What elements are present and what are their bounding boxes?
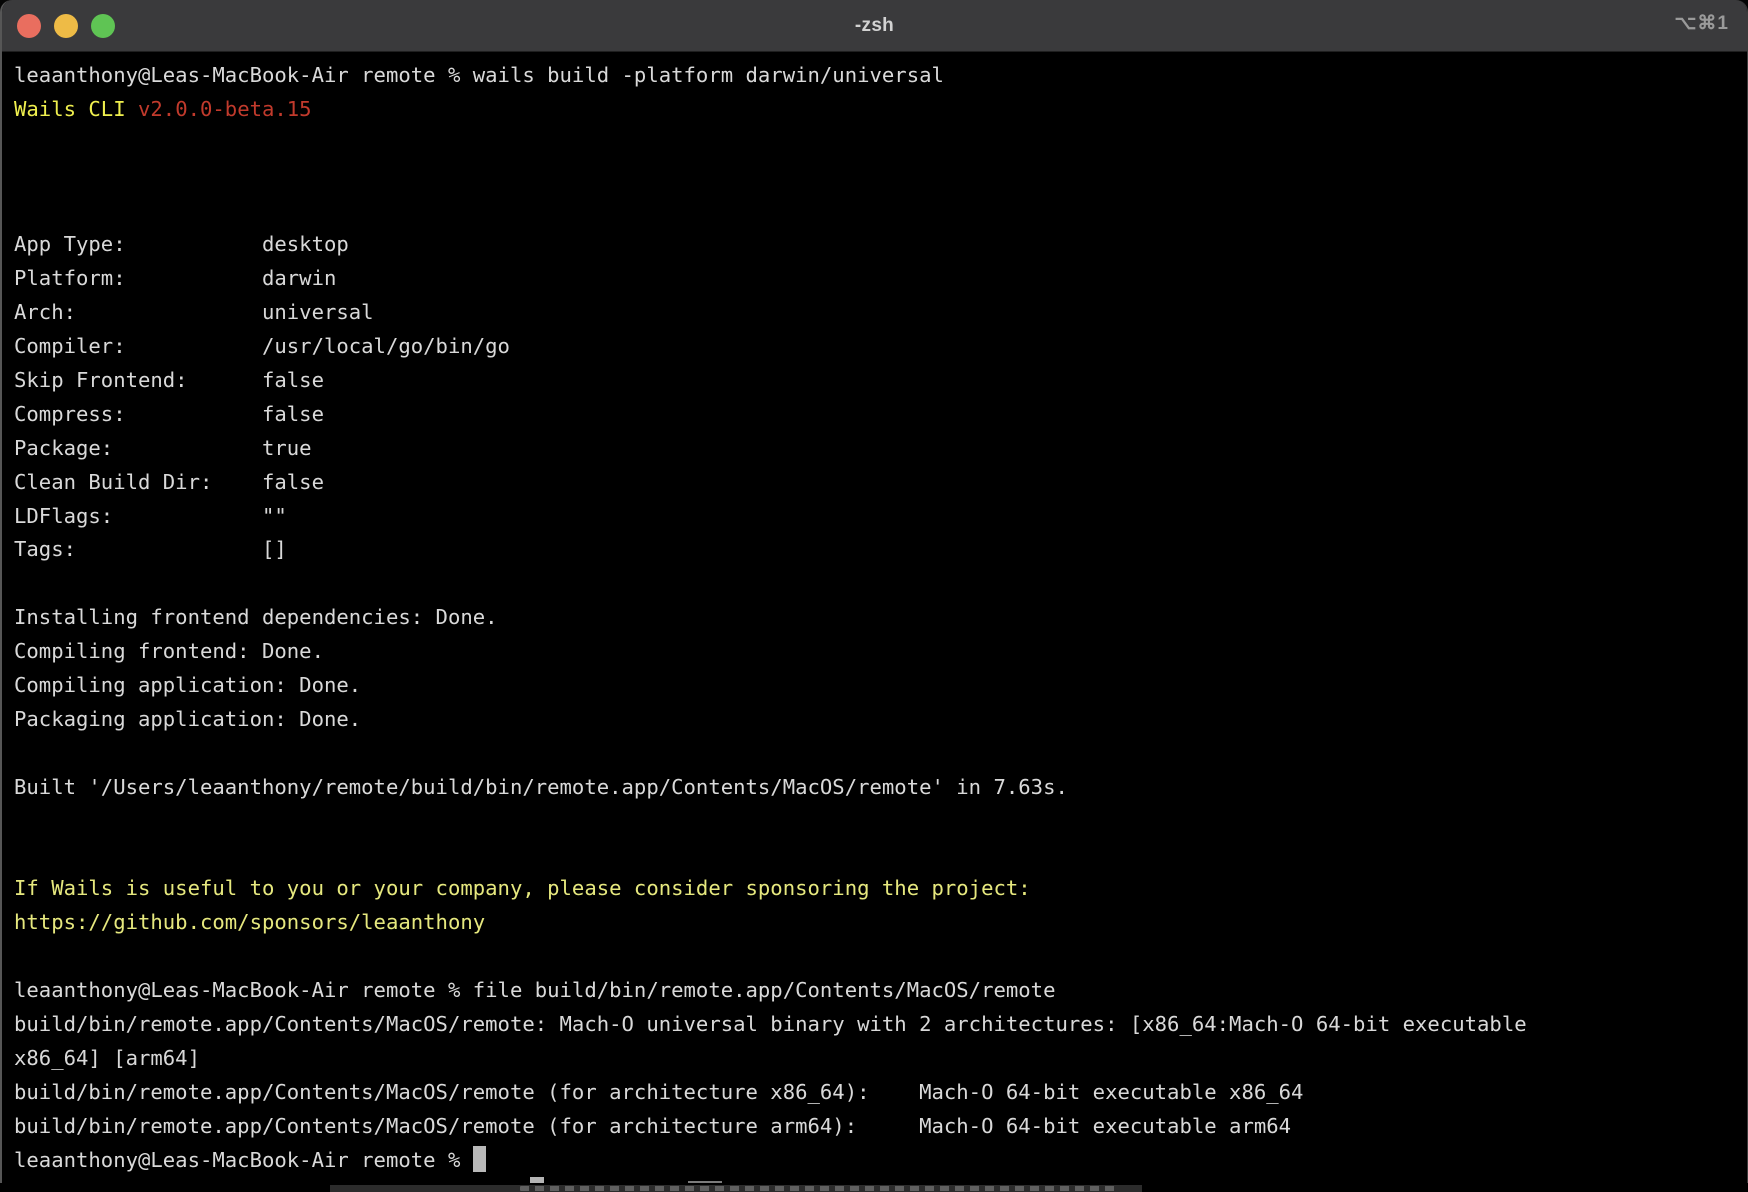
terminal-text: x86_64] [arm64]	[14, 1046, 200, 1070]
terminal-line: https://github.com/sponsors/leaanthony	[14, 906, 1747, 940]
terminal-text: Skip Frontend: false	[14, 368, 324, 392]
terminal-text: App Type: desktop	[14, 232, 349, 256]
terminal-line: Clean Build Dir: false	[14, 466, 1747, 500]
terminal-text: Compiler: /usr/local/go/bin/go	[14, 334, 510, 358]
terminal-line: App Type: desktop	[14, 228, 1747, 262]
terminal-text: Compiling frontend: Done.	[14, 639, 324, 663]
terminal-text: build/bin/remote.app/Contents/MacOS/remo…	[14, 1080, 1303, 1104]
terminal-line: If Wails is useful to you or your compan…	[14, 872, 1747, 906]
terminal-line: Compiling application: Done.	[14, 669, 1747, 703]
terminal-line: Package: true	[14, 432, 1747, 466]
terminal-line	[14, 567, 1747, 601]
terminal-text: Arch: universal	[14, 300, 374, 324]
terminal-text: leaanthony@Leas-MacBook-Air remote % fil…	[14, 978, 1055, 1002]
terminal-line	[14, 838, 1747, 872]
terminal-line: Built '/Users/leaanthony/remote/build/bi…	[14, 771, 1747, 805]
terminal-text: leaanthony@Leas-MacBook-Air remote %	[14, 1148, 473, 1172]
terminal-text: build/bin/remote.app/Contents/MacOS/remo…	[14, 1012, 1527, 1036]
terminal-line	[14, 195, 1747, 229]
terminal-text: Platform: darwin	[14, 266, 336, 290]
terminal-line: Skip Frontend: false	[14, 364, 1747, 398]
terminal-line: build/bin/remote.app/Contents/MacOS/remo…	[14, 1076, 1747, 1110]
terminal-line: Packaging application: Done.	[14, 703, 1747, 737]
terminal-line: leaanthony@Leas-MacBook-Air remote % wai…	[14, 59, 1747, 93]
terminal-line: Compiling frontend: Done.	[14, 635, 1747, 669]
terminal-line: leaanthony@Leas-MacBook-Air remote %	[14, 1144, 1747, 1178]
terminal-line	[14, 940, 1747, 974]
terminal-line: Compiler: /usr/local/go/bin/go	[14, 330, 1747, 364]
terminal-text: Wails CLI	[14, 97, 138, 121]
terminal-text: v2.0.0-beta.15	[138, 97, 312, 121]
terminal-text: Compiling application: Done.	[14, 673, 361, 697]
terminal-line: Wails CLI v2.0.0-beta.15	[14, 93, 1747, 127]
terminal-line	[14, 161, 1747, 195]
terminal-text: Packaging application: Done.	[14, 707, 361, 731]
terminal-text: LDFlags: ""	[14, 504, 287, 528]
terminal-line: build/bin/remote.app/Contents/MacOS/remo…	[14, 1008, 1747, 1042]
terminal-text: If Wails is useful to you or your compan…	[14, 876, 1031, 900]
background-window-text-blur	[520, 1186, 1120, 1191]
tab-keyboard-shortcut: ⌥⌘1	[1675, 12, 1729, 35]
terminal-line: build/bin/remote.app/Contents/MacOS/remo…	[14, 1110, 1747, 1144]
terminal-line: x86_64] [arm64]	[14, 1042, 1747, 1076]
terminal-text: Package: true	[14, 436, 312, 460]
terminal-text: https://github.com/sponsors/leaanthony	[14, 910, 485, 934]
terminal-line: Tags: []	[14, 533, 1747, 567]
background-window-edge	[330, 1185, 1142, 1192]
terminal-line: Compress: false	[14, 398, 1747, 432]
terminal-text: build/bin/remote.app/Contents/MacOS/remo…	[14, 1114, 1291, 1138]
terminal-line: Platform: darwin	[14, 262, 1747, 296]
terminal-line: Arch: universal	[14, 296, 1747, 330]
terminal-text: Tags: []	[14, 537, 287, 561]
terminal-text: Installing frontend dependencies: Done.	[14, 605, 498, 629]
terminal-line: LDFlags: ""	[14, 500, 1747, 534]
terminal-cursor	[473, 1146, 486, 1172]
terminal-window: -zsh ⌥⌘1 leaanthony@Leas-MacBook-Air rem…	[0, 0, 1748, 1184]
terminal-text: leaanthony@Leas-MacBook-Air remote % wai…	[14, 63, 944, 87]
terminal-output[interactable]: leaanthony@Leas-MacBook-Air remote % wai…	[2, 52, 1747, 1177]
window-title: -zsh	[2, 15, 1747, 37]
terminal-line: leaanthony@Leas-MacBook-Air remote % fil…	[14, 974, 1747, 1008]
terminal-text: Built '/Users/leaanthony/remote/build/bi…	[14, 775, 1068, 799]
title-bar[interactable]: -zsh ⌥⌘1	[2, 0, 1747, 52]
terminal-text: Clean Build Dir: false	[14, 470, 324, 494]
terminal-text: Compress: false	[14, 402, 324, 426]
terminal-line	[14, 127, 1747, 161]
terminal-line: Installing frontend dependencies: Done.	[14, 601, 1747, 635]
background-window-strip	[0, 1183, 1748, 1192]
terminal-line	[14, 805, 1747, 839]
terminal-line	[14, 737, 1747, 771]
